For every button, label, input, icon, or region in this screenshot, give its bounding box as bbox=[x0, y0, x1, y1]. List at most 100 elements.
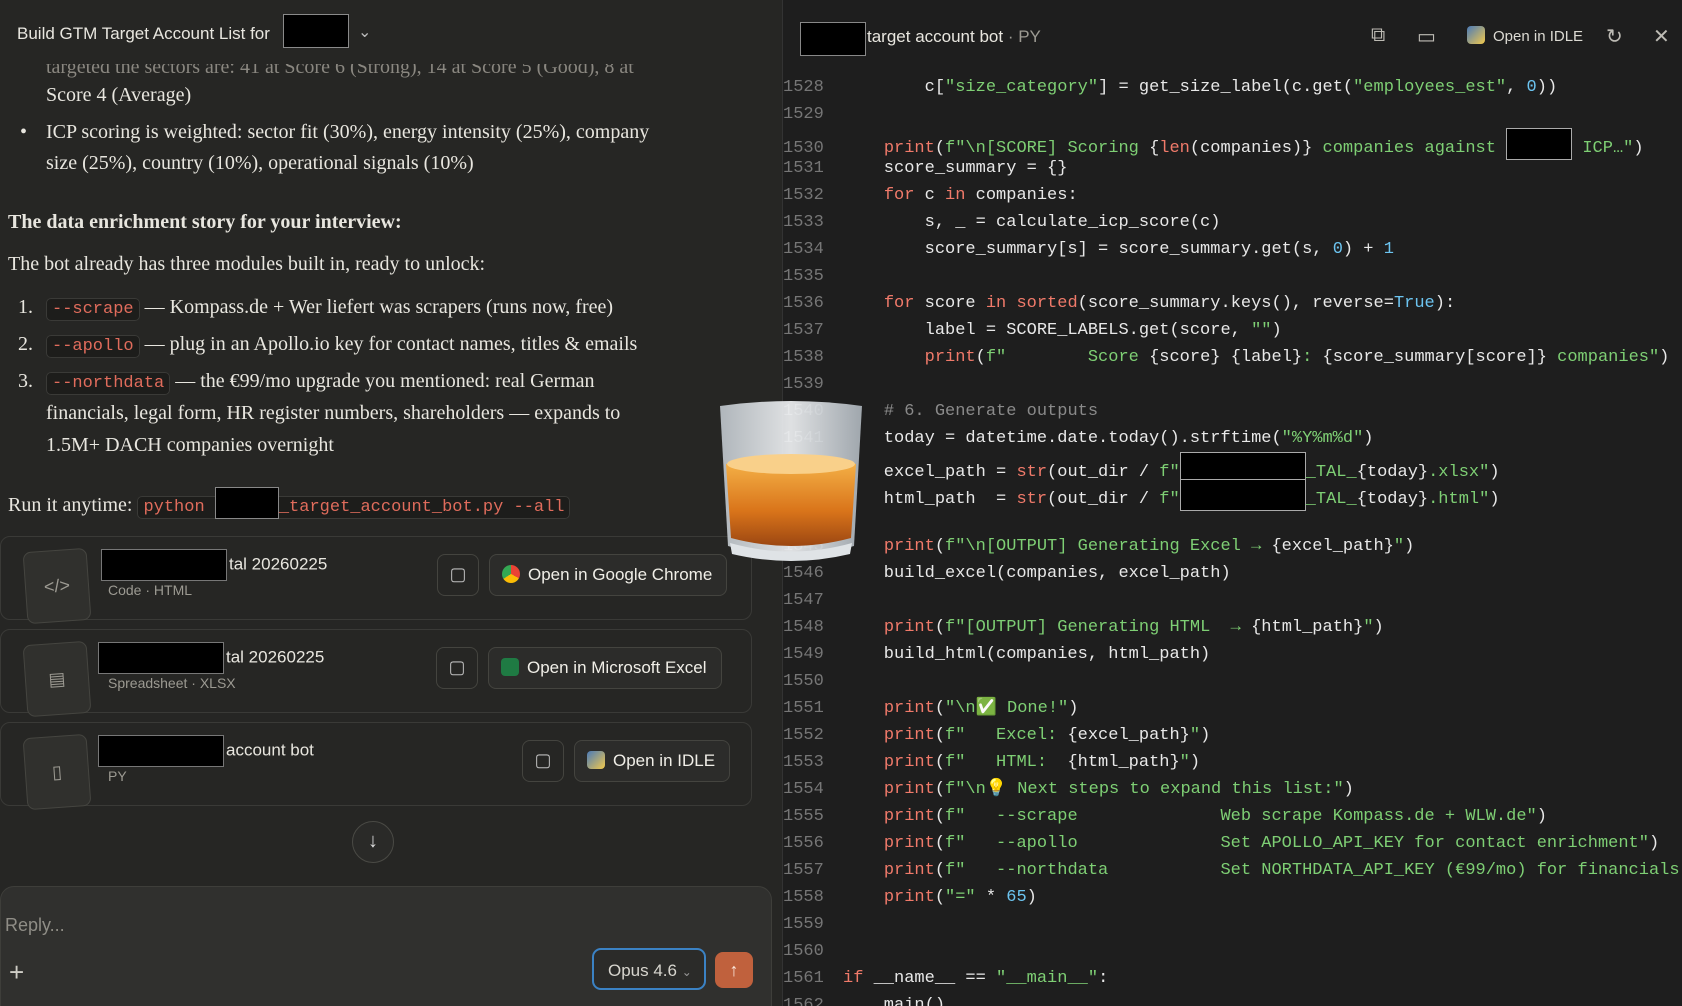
list-number: 1. bbox=[18, 296, 33, 318]
code-line: 1534 score_summary[s] = score_summary.ge… bbox=[783, 240, 1394, 259]
file-type: Spreadsheet · XLSX bbox=[108, 675, 236, 691]
plus-icon[interactable]: + bbox=[9, 957, 24, 988]
code-line: 1561 if __name__ == "__main__": bbox=[783, 969, 1109, 988]
table-icon: ▤ bbox=[22, 640, 92, 718]
code-line: 1540 # 6. Generate outputs bbox=[783, 402, 1099, 421]
code-line: 1555 print(f" --scrape Web scrape Kompas… bbox=[783, 807, 1547, 826]
code-line: 1542 excel_path = str(out_dir / f"_TAL_{… bbox=[783, 452, 1682, 484]
open-in-idle-button[interactable]: Open in IDLE bbox=[574, 740, 731, 782]
code-line: 1537 label = SCORE_LABELS.get(score, "") bbox=[783, 321, 1282, 340]
code-line: 1539 bbox=[783, 375, 824, 394]
file-icon: ▯ bbox=[22, 733, 92, 811]
code-line: 1558 print("=" * 65) bbox=[783, 888, 1037, 907]
folder-icon[interactable]: ▢ bbox=[436, 647, 478, 689]
inline-code: --scrape bbox=[46, 298, 140, 321]
redacted-box bbox=[283, 14, 349, 48]
folder-icon[interactable]: ▢ bbox=[522, 740, 564, 782]
list-number: 3. bbox=[18, 370, 33, 392]
excel-icon bbox=[501, 658, 519, 676]
inline-code: python _target_account_bot.py --all bbox=[137, 487, 570, 519]
reply-box[interactable]: Reply... + Opus 4.6 ⌄ ↑ bbox=[0, 886, 772, 1006]
refresh-icon[interactable]: ↻ bbox=[1606, 24, 1623, 49]
bullet-icon: • bbox=[20, 121, 28, 143]
conversation-header: Build GTM Target Account List for ⌄ bbox=[0, 0, 782, 64]
file-name: account bot bbox=[98, 735, 314, 767]
file-name: tal 20260225 bbox=[101, 549, 327, 581]
code-line: 1552 print(f" Excel: {excel_path}") bbox=[783, 726, 1211, 745]
file-name: tal 20260225 bbox=[98, 642, 324, 674]
code-line: 1553 print(f" HTML: {html_path}") bbox=[783, 753, 1201, 772]
code-line: 1528 c["size_category"] = get_size_label… bbox=[783, 78, 1558, 97]
scroll-down-button[interactable]: ↓ bbox=[352, 821, 394, 863]
code-line: 1535 bbox=[783, 267, 824, 286]
code-line: 1529 bbox=[783, 105, 824, 124]
redacted-box bbox=[101, 549, 227, 581]
redacted-box bbox=[800, 22, 866, 56]
code-line: 1550 bbox=[783, 672, 824, 691]
code-line: 1551 print("\n✅ Done!") bbox=[783, 699, 1079, 718]
code-line: 1559 bbox=[783, 915, 824, 934]
file-card-xlsx[interactable]: ▤ tal 20260225 Spreadsheet · XLSX ▢ Open… bbox=[0, 629, 752, 718]
file-card-py[interactable]: ▯ account bot PY ▢ Open in IDLE bbox=[0, 722, 752, 811]
code-line: 1547 bbox=[783, 591, 824, 610]
code-viewer-header: target account bot · PY ⧉ ▭ Open in IDLE… bbox=[783, 0, 1682, 72]
code-line: 1538 print(f" Score {score} {label}: {sc… bbox=[783, 348, 1670, 367]
redacted-box bbox=[214, 487, 279, 519]
redacted-box bbox=[98, 642, 224, 674]
send-button[interactable]: ↑ bbox=[715, 952, 753, 988]
code-line: 1532 for c in companies: bbox=[783, 186, 1078, 205]
section-heading: The data enrichment story for your inter… bbox=[8, 211, 402, 233]
list-item: --northdata — the €99/mo upgrade you men… bbox=[46, 366, 595, 399]
inline-code: --apollo bbox=[46, 335, 140, 358]
open-in-chrome-button[interactable]: Open in Google Chrome bbox=[489, 554, 728, 596]
file-title: target account bot · PY bbox=[867, 27, 1041, 46]
folder-icon[interactable]: ▭ bbox=[1417, 24, 1436, 49]
code-line: 1544 bbox=[783, 506, 1682, 533]
chrome-icon bbox=[502, 565, 520, 583]
list-number: 2. bbox=[18, 333, 33, 355]
model-selector[interactable]: Opus 4.6 ⌄ bbox=[592, 948, 706, 990]
code-line: 1541 today = datetime.date.today().strft… bbox=[783, 429, 1374, 448]
inline-code: --northdata bbox=[46, 372, 171, 395]
message-text: The bot already has three modules built … bbox=[8, 253, 486, 275]
copy-icon[interactable]: ⧉ bbox=[1371, 24, 1385, 47]
code-line: 1536 for score in sorted(score_summary.k… bbox=[783, 294, 1456, 313]
chat-pane: Build GTM Target Account List for ⌄ targ… bbox=[0, 0, 782, 1006]
close-icon[interactable]: ✕ bbox=[1653, 24, 1670, 49]
redacted-box bbox=[98, 735, 224, 767]
code-icon: </> bbox=[22, 547, 92, 625]
idle-icon bbox=[1467, 26, 1485, 44]
code-line: 1556 print(f" --apollo Set APOLLO_API_KE… bbox=[783, 834, 1660, 853]
code-line: 1562 main() bbox=[783, 996, 946, 1006]
open-in-excel-button[interactable]: Open in Microsoft Excel bbox=[488, 647, 722, 689]
list-item-continuation: 1.5M+ DACH companies overnight bbox=[46, 434, 334, 456]
code-line: 1533 s, _ = calculate_icp_score(c) bbox=[783, 213, 1221, 232]
code-line: 1557 print(f" --northdata Set NORTHDATA_… bbox=[783, 861, 1682, 880]
code-line: 1546 build_excel(companies, excel_path) bbox=[783, 564, 1231, 583]
reply-input[interactable]: Reply... bbox=[5, 915, 65, 936]
list-item: --scrape — Kompass.de + Wer liefert was … bbox=[46, 292, 613, 325]
chevron-down-icon[interactable]: ⌄ bbox=[358, 22, 371, 42]
code-line: 1554 print(f"\n💡 Next steps to expand th… bbox=[783, 780, 1354, 799]
code-line: 1545 print(f"\n[OUTPUT] Generating Excel… bbox=[783, 537, 1415, 556]
code-line: 1549 build_html(companies, html_path) bbox=[783, 645, 1211, 664]
file-type: Code · HTML bbox=[108, 582, 193, 598]
conversation-title[interactable]: Build GTM Target Account List for bbox=[17, 24, 270, 44]
folder-icon[interactable]: ▢ bbox=[437, 554, 479, 596]
message-text: ICP scoring is weighted: sector fit (30%… bbox=[46, 121, 650, 143]
idle-icon bbox=[587, 751, 605, 769]
list-item-continuation: financials, legal form, HR register numb… bbox=[46, 402, 621, 424]
code-line: 1530 print(f"\n[SCORE] Scoring {len(comp… bbox=[783, 128, 1682, 160]
message-text: size (25%), country (10%), operational s… bbox=[46, 152, 474, 174]
code-viewer-pane: target account bot · PY ⧉ ▭ Open in IDLE… bbox=[782, 0, 1682, 1006]
open-in-idle-button[interactable]: Open in IDLE bbox=[1467, 26, 1583, 45]
whisky-glass-icon bbox=[720, 401, 862, 561]
code-line: 1531 score_summary = {} bbox=[783, 159, 1068, 178]
code-line: 1560 bbox=[783, 942, 824, 961]
code-line: 1548 print(f"[OUTPUT] Generating HTML → … bbox=[783, 618, 1384, 637]
file-card-html[interactable]: </> tal 20260225 Code · HTML ▢ Open in G… bbox=[0, 536, 752, 625]
code-line: 1543 html_path = str(out_dir / f"_TAL_{t… bbox=[783, 479, 1682, 511]
file-type: PY bbox=[108, 768, 127, 784]
run-instruction: Run it anytime: python _target_account_b… bbox=[8, 487, 570, 523]
list-item: --apollo — plug in an Apollo.io key for … bbox=[46, 329, 637, 362]
